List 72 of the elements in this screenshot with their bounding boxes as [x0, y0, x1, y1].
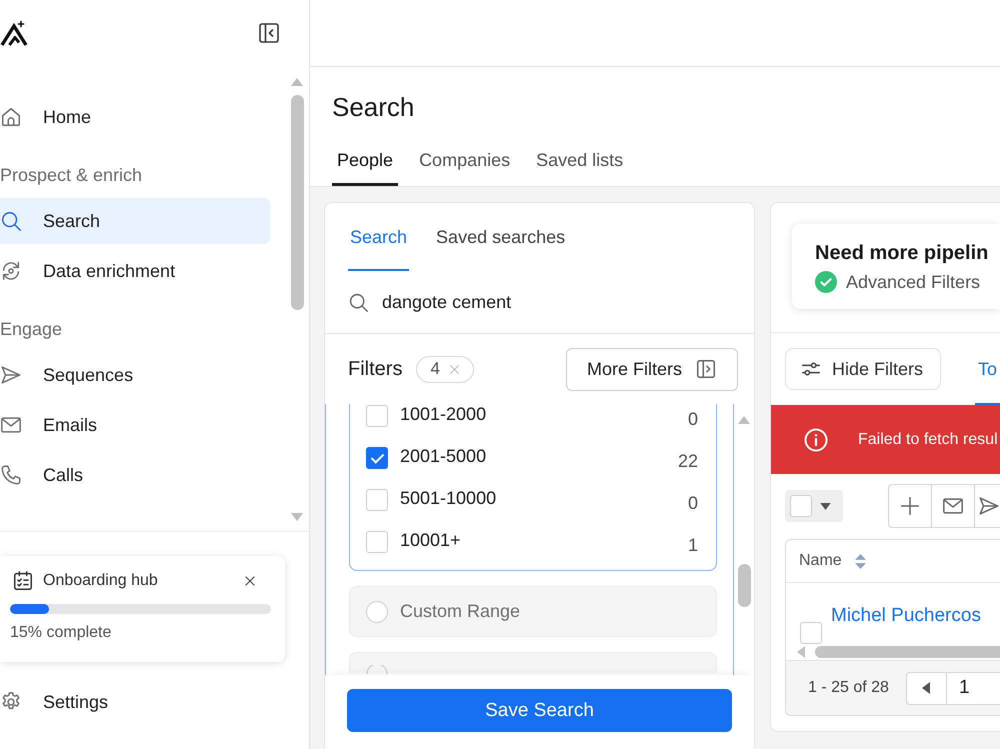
onboarding-card[interactable]: Onboarding hub 15% complete: [0, 556, 285, 662]
range-option[interactable]: [349, 652, 717, 673]
page-title: Search: [332, 91, 414, 123]
option-count: 0: [688, 408, 698, 430]
panel-expand-icon: [695, 358, 717, 380]
filter-count-chip[interactable]: 4: [416, 356, 474, 382]
caret-down-icon: [820, 502, 831, 510]
checklist-icon: [12, 570, 34, 592]
radio-button[interactable]: [366, 600, 388, 622]
option-count: 1: [688, 534, 698, 556]
option-count: 22: [678, 450, 698, 472]
option-label: 5001-10000: [400, 488, 496, 508]
option-label: 2001-5000: [400, 446, 486, 466]
plus-icon: [899, 495, 921, 517]
radio-button[interactable]: [366, 665, 388, 674]
section-heading: Prospect & enrich: [0, 164, 144, 187]
nav-item[interactable]: Home: [0, 94, 270, 140]
save-search-button[interactable]: Save Search: [347, 689, 732, 732]
pagination-range: 1 - 25 of 28: [808, 679, 889, 697]
caret-left-icon: [922, 681, 930, 695]
phone-icon: [0, 464, 22, 486]
page-number-field[interactable]: 1: [946, 672, 1000, 704]
scrollbar-thumb[interactable]: [290, 95, 304, 310]
send-icon: [0, 364, 22, 386]
feature-label: Advanced Filters: [846, 272, 980, 292]
nav-item[interactable]: Calls: [0, 452, 270, 498]
checkbox[interactable]: [366, 447, 388, 469]
search-icon: [348, 292, 369, 312]
progress-text: 15% complete: [10, 624, 112, 642]
hide-filters-button[interactable]: Hide Filters: [785, 348, 941, 390]
option-label: 10001+: [400, 530, 461, 550]
scroll-up-arrow-icon[interactable]: [738, 416, 750, 424]
nav-item[interactable]: Sequences: [0, 352, 270, 398]
home-icon: [0, 106, 22, 128]
nav-item[interactable]: Emails: [0, 402, 270, 448]
scroll-left-arrow-icon[interactable]: [797, 646, 805, 658]
search-field[interactable]: dangote cement: [325, 271, 754, 334]
tab[interactable]: Search: [348, 203, 410, 271]
select-all-dropdown[interactable]: [785, 490, 843, 522]
nav-item[interactable]: Settings: [0, 679, 309, 725]
scrollbar-thumb[interactable]: [815, 646, 1000, 658]
person-name-link[interactable]: Michel Puchercos: [831, 605, 981, 627]
error-message: Failed to fetch resul: [858, 430, 998, 448]
tab[interactable]: Companies: [414, 141, 516, 186]
option-label: 1001-2000: [400, 404, 486, 424]
search-icon: [0, 210, 22, 232]
check-circle-icon: [815, 271, 837, 293]
sort-icon[interactable]: [854, 554, 866, 568]
send-button[interactable]: [974, 484, 1000, 528]
nav-item[interactable]: Search: [0, 198, 270, 244]
column-header[interactable]: Name: [786, 552, 866, 570]
send-icon: [978, 495, 1000, 517]
sidebar-collapse-icon[interactable]: [257, 21, 281, 45]
info-icon: [804, 428, 828, 452]
option-count: 0: [688, 492, 698, 514]
scrollbar-thumb[interactable]: [738, 564, 750, 607]
refresh-icon: [0, 260, 22, 282]
logo-icon: [0, 20, 28, 46]
tab[interactable]: Saved searches: [434, 203, 568, 271]
range-option[interactable]: Custom Range: [349, 586, 717, 637]
filters-heading: Filters: [348, 358, 402, 380]
nav-item[interactable]: Data enrichment: [0, 248, 270, 294]
card-title: Onboarding hub: [43, 572, 158, 590]
more-filters-button[interactable]: More Filters: [566, 348, 738, 390]
promo-title: Need more pipelin: [815, 241, 990, 266]
scroll-up-arrow-icon[interactable]: [291, 78, 303, 86]
section-heading: Engage: [0, 318, 64, 341]
tab[interactable]: Saved lists: [531, 141, 628, 186]
email-button[interactable]: [931, 484, 974, 528]
scroll-down-arrow-icon[interactable]: [291, 513, 303, 521]
close-icon[interactable]: [243, 574, 257, 588]
previous-page-button[interactable]: [906, 672, 947, 704]
